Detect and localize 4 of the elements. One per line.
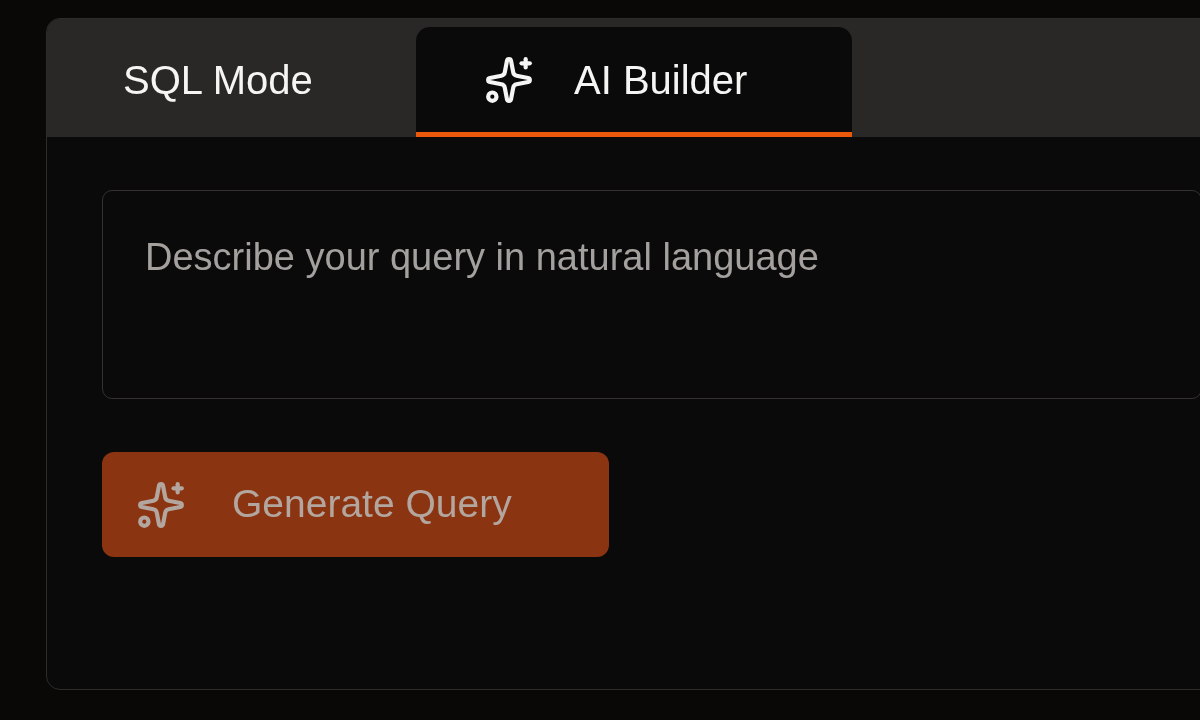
- query-field[interactable]: Describe your query in natural language: [102, 190, 1200, 399]
- tab[interactable]: AI Builder: [416, 27, 852, 137]
- sparkles-icon: [136, 479, 186, 530]
- tab[interactable]: SQL Mode: [47, 27, 416, 137]
